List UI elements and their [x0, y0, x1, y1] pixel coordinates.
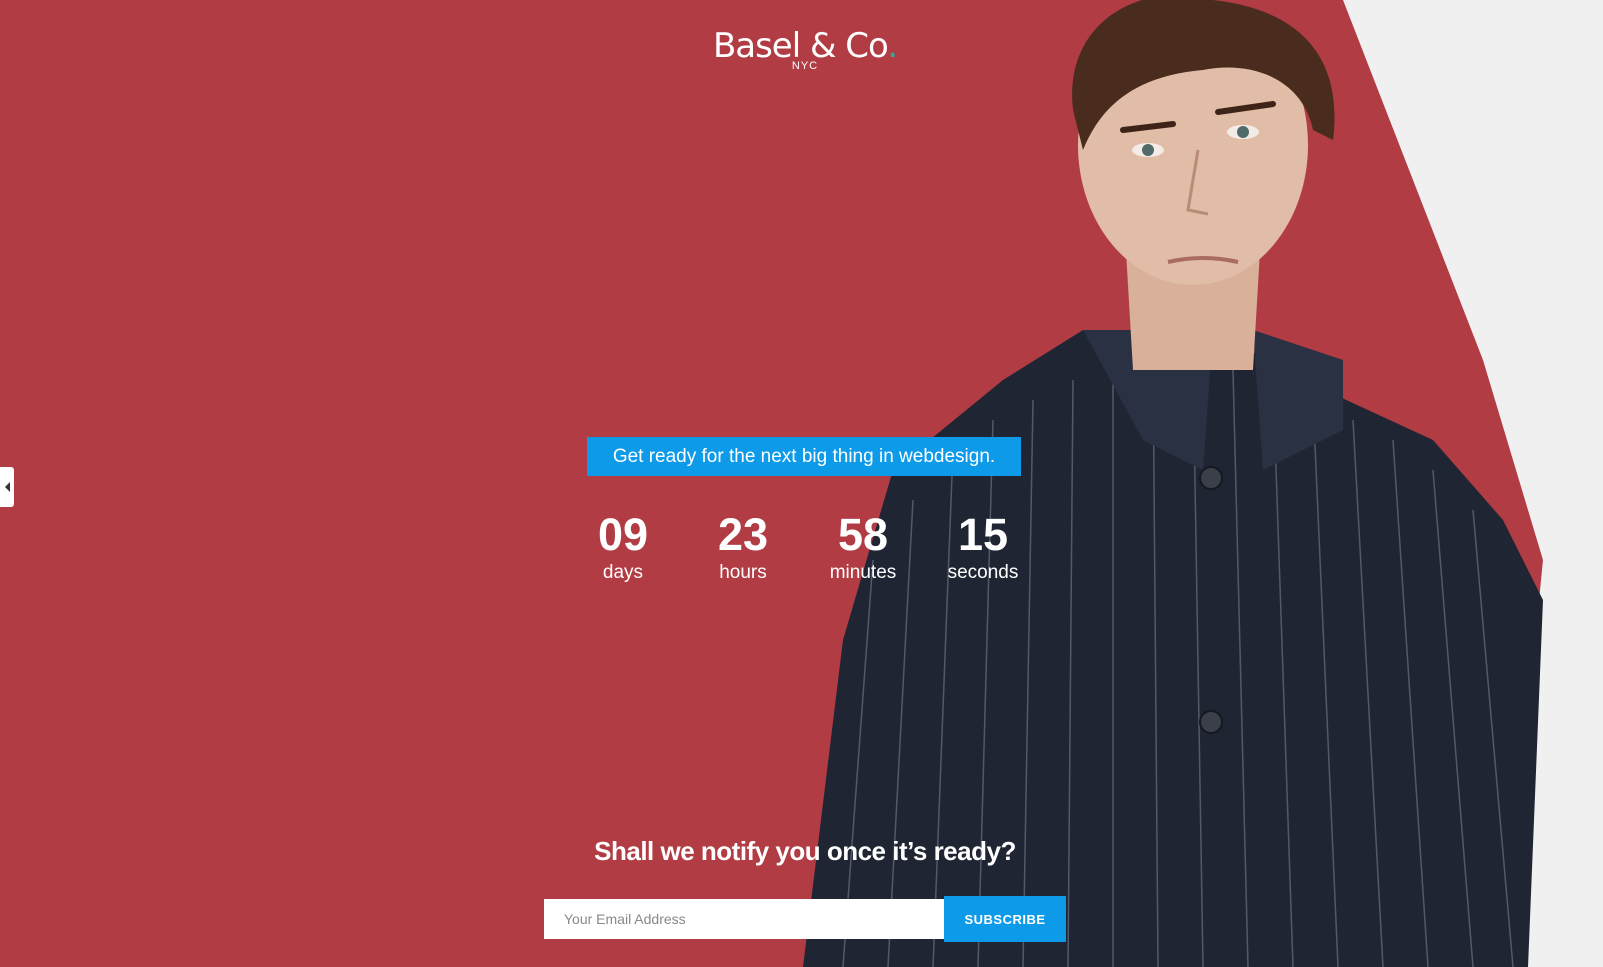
coming-soon-page: Basel & Co. NYC Get ready for the next b… — [0, 0, 1603, 967]
hero-photo — [783, 0, 1603, 967]
countdown-minutes-label: minutes — [829, 562, 897, 583]
countdown-seconds: 15 seconds — [923, 508, 1043, 584]
tagline-banner: Get ready for the next big thing in webd… — [587, 437, 1021, 476]
countdown-hours-label: hours — [719, 562, 767, 583]
countdown-days: 09 days — [563, 508, 683, 584]
countdown-days-label: days — [602, 562, 644, 583]
brand-dot: . — [887, 26, 898, 66]
countdown-seconds-label: seconds — [947, 562, 1019, 583]
countdown-seconds-value: 15 — [957, 509, 1009, 560]
caret-left-icon — [4, 482, 10, 492]
subscribe-button[interactable]: SUBSCRIBE — [944, 896, 1066, 942]
brand-logo[interactable]: Basel & Co. NYC — [700, 26, 910, 72]
countdown-days-value: 09 — [597, 509, 649, 560]
side-panel-toggle[interactable] — [0, 467, 14, 507]
countdown-minutes: 58 minutes — [803, 508, 923, 584]
email-input[interactable] — [544, 899, 944, 939]
countdown-hours: 23 hours — [683, 508, 803, 584]
countdown-minutes-value: 58 — [837, 509, 889, 560]
notify-heading: Shall we notify you once it’s ready? — [594, 836, 1016, 866]
countdown-hours-value: 23 — [717, 509, 769, 560]
subscribe-form: SUBSCRIBE — [544, 896, 1066, 942]
countdown-timer: 09 days 23 hours 58 minutes 15 seconds — [563, 508, 1043, 584]
